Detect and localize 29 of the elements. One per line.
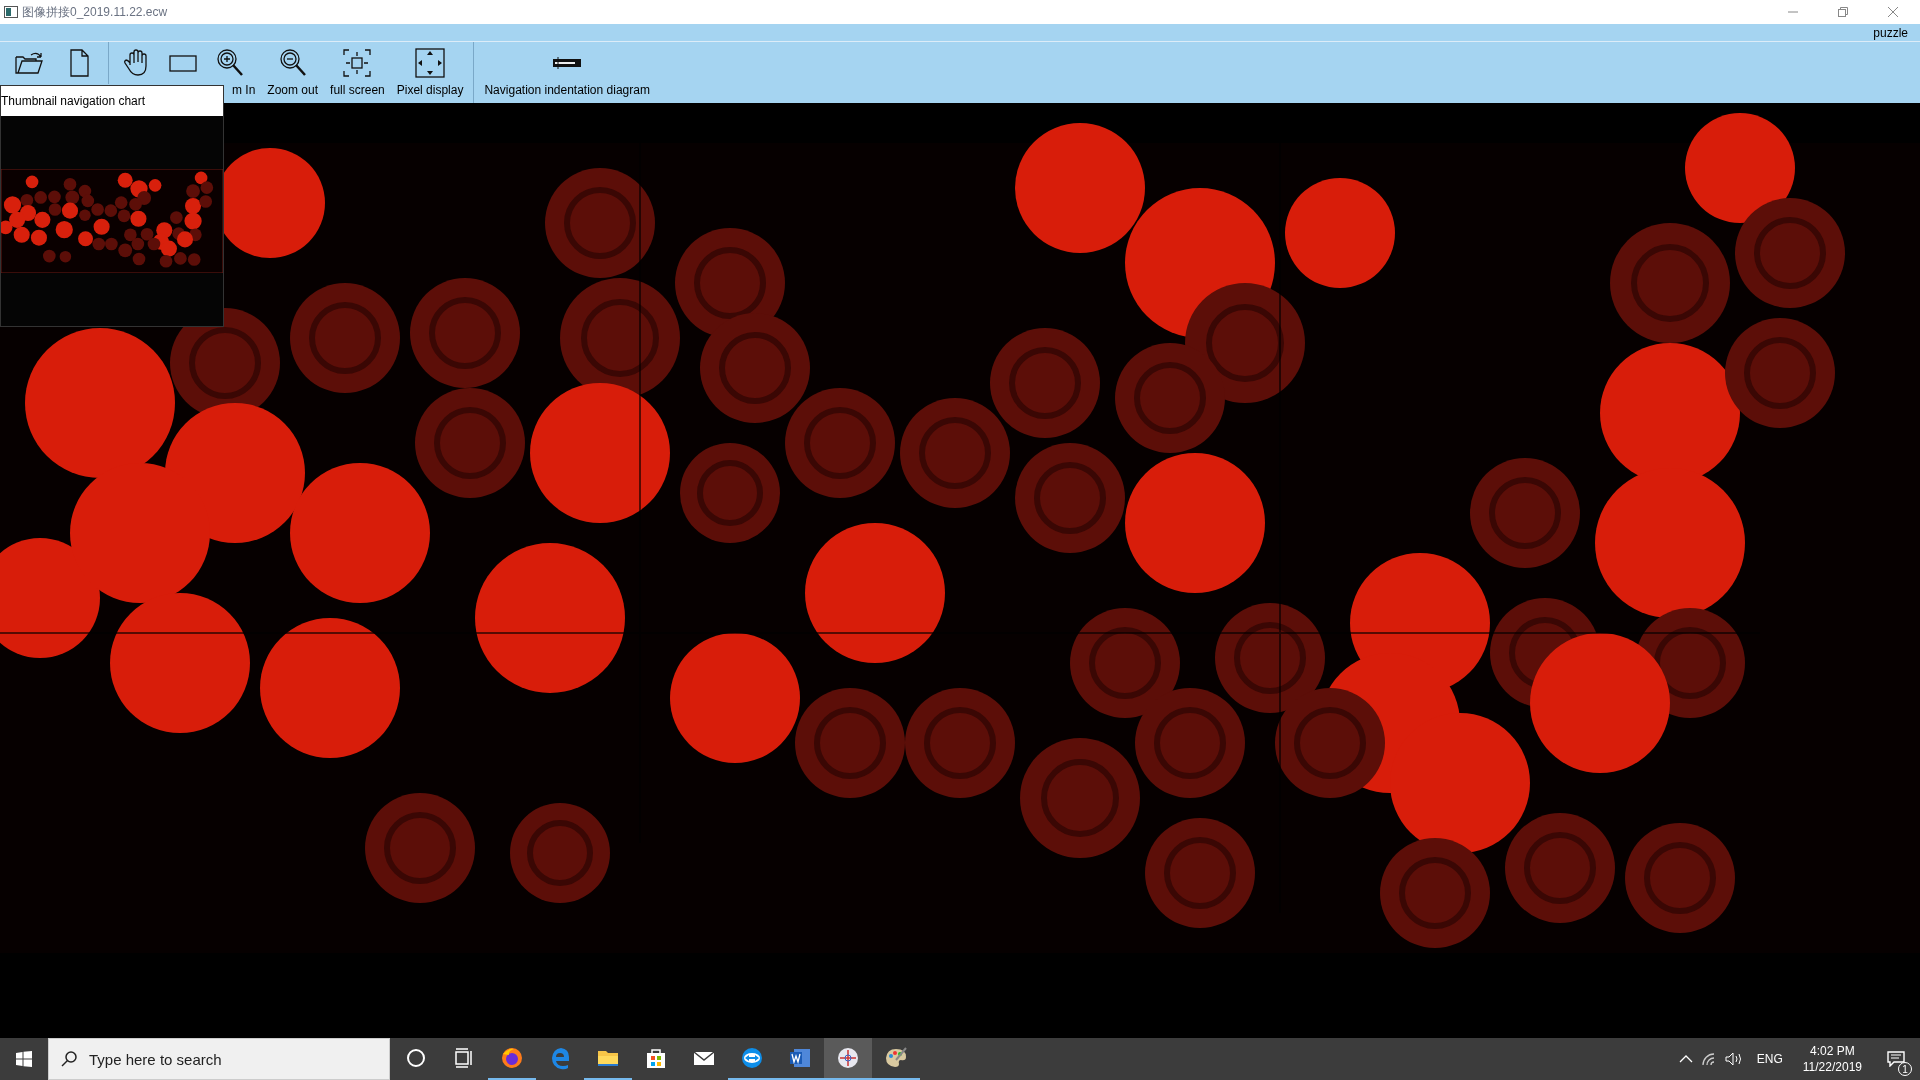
toolbar-button[interactable]: m In [208,42,262,103]
w-logo-icon [788,1046,812,1070]
circle-icon [404,1046,428,1070]
clock[interactable]: 4:02 PM 11/22/2019 [1796,1043,1868,1075]
time-text: 4:02 PM [1810,1043,1855,1059]
panel-title: Thumbnail navigation chart [1,93,146,110]
menu-item[interactable]: puzzle [1873,23,1908,42]
toolbar-button[interactable]: Zoom out [261,42,325,103]
notification-count: 1 [1898,1062,1912,1076]
windows-logo-icon [16,1051,32,1067]
shopping-bag-icon [644,1046,668,1070]
toolbar-button[interactable]: full screen [324,42,391,103]
fullscreen-icon [341,47,374,79]
search-field[interactable]: Type here to search [48,1038,390,1080]
taskbar-app[interactable] [824,1038,872,1080]
search-icon [61,1051,77,1067]
speaker-icon[interactable] [1724,1052,1743,1066]
chevron-up-icon[interactable] [1678,1054,1693,1064]
app-icon [4,6,18,18]
compass-icon [836,1046,860,1070]
expand-icon [414,47,447,79]
thumbnail-drawing[interactable] [1,169,223,273]
palette-icon [884,1046,908,1070]
language-indicator[interactable]: ENG [1750,1050,1789,1068]
notification-icon[interactable] [1887,1051,1905,1067]
window-title: 图像拼接0_2019.11.22.ecw [22,4,168,21]
date-text: 11/22/2019 [1802,1059,1862,1075]
toolbar-button[interactable]: Pixel display [390,42,470,103]
wifi-icon[interactable] [1700,1052,1717,1066]
